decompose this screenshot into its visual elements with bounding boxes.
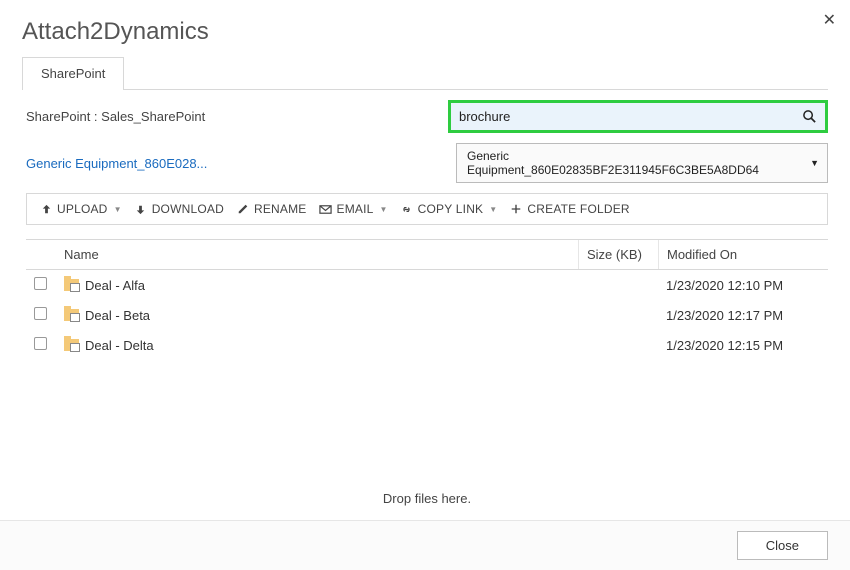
email-button[interactable]: EMAIL ▼ xyxy=(315,200,392,218)
folder-select[interactable]: Generic Equipment_860E02835BF2E311945F6C… xyxy=(456,143,828,183)
breadcrumb[interactable]: Generic Equipment_860E028... xyxy=(26,156,207,171)
tab-sharepoint[interactable]: SharePoint xyxy=(22,57,124,90)
row-name: Deal - Delta xyxy=(85,338,154,353)
createfolder-button[interactable]: CREATE FOLDER xyxy=(505,200,633,218)
pencil-icon xyxy=(236,202,250,216)
col-name-header[interactable]: Name xyxy=(56,240,578,269)
folder-select-value: Generic Equipment_860E02835BF2E311945F6C… xyxy=(467,149,759,177)
table-row[interactable]: Deal - Alfa 1/23/2020 12:10 PM xyxy=(26,270,828,300)
row-modified: 1/23/2020 12:15 PM xyxy=(658,331,828,360)
upload-label: UPLOAD xyxy=(57,202,108,216)
rename-label: RENAME xyxy=(254,202,307,216)
page-title: Attach2Dynamics xyxy=(22,18,828,46)
row-name: Deal - Beta xyxy=(85,308,150,323)
chevron-down-icon: ▼ xyxy=(489,205,497,214)
copylink-label: COPY LINK xyxy=(418,202,484,216)
chevron-down-icon: ▼ xyxy=(114,205,122,214)
col-check xyxy=(26,240,56,269)
toolbar: UPLOAD ▼ DOWNLOAD RENAME EMAIL ▼ COPY LI… xyxy=(26,193,828,225)
dialog: Attach2Dynamics ✕ SharePoint SharePoint … xyxy=(0,0,850,570)
search-icon[interactable] xyxy=(801,109,817,125)
grid-body: Deal - Alfa1/23/2020 12:10 PMDeal - Beta… xyxy=(26,270,828,360)
tab-bar: SharePoint xyxy=(22,56,828,90)
download-button[interactable]: DOWNLOAD xyxy=(130,200,228,218)
drop-hint: Drop files here. xyxy=(26,491,828,506)
row-modified: 1/23/2020 12:10 PM xyxy=(658,271,828,300)
search-box[interactable] xyxy=(448,100,828,133)
row-checkbox[interactable] xyxy=(34,337,47,350)
breadcrumb-row: Generic Equipment_860E028... Generic Equ… xyxy=(26,143,828,183)
row-checkbox[interactable] xyxy=(34,307,47,320)
copylink-button[interactable]: COPY LINK ▼ xyxy=(396,200,502,218)
col-modified-header[interactable]: Modified On xyxy=(658,240,828,269)
plus-icon xyxy=(509,202,523,216)
mail-icon xyxy=(319,202,333,216)
row-name: Deal - Alfa xyxy=(85,278,145,293)
row-checkbox[interactable] xyxy=(34,277,47,290)
download-label: DOWNLOAD xyxy=(152,202,224,216)
link-icon xyxy=(400,202,414,216)
upload-icon xyxy=(39,202,53,216)
row-size xyxy=(578,278,658,292)
download-icon xyxy=(134,202,148,216)
grid-header: Name Size (KB) Modified On xyxy=(26,239,828,270)
file-grid: Name Size (KB) Modified On Deal - Alfa 1/… xyxy=(26,239,828,520)
header: Attach2Dynamics ✕ xyxy=(0,0,850,56)
table-row[interactable]: Deal - Delta 1/23/2020 12:15 PM xyxy=(26,330,828,360)
search-input[interactable] xyxy=(453,105,801,128)
sharepoint-label: SharePoint : Sales_SharePoint xyxy=(26,109,205,124)
folder-icon xyxy=(64,339,79,351)
chevron-down-icon: ▼ xyxy=(380,205,388,214)
folder-icon xyxy=(64,309,79,321)
close-button[interactable]: Close xyxy=(737,531,828,560)
row-modified: 1/23/2020 12:17 PM xyxy=(658,301,828,330)
rename-button[interactable]: RENAME xyxy=(232,200,311,218)
top-bar: SharePoint : Sales_SharePoint xyxy=(26,100,828,133)
email-label: EMAIL xyxy=(337,202,374,216)
createfolder-label: CREATE FOLDER xyxy=(527,202,629,216)
close-icon[interactable]: ✕ xyxy=(823,10,836,30)
folder-icon xyxy=(64,279,79,291)
table-row[interactable]: Deal - Beta 1/23/2020 12:17 PM xyxy=(26,300,828,330)
col-size-header[interactable]: Size (KB) xyxy=(578,240,658,269)
row-size xyxy=(578,338,658,352)
row-size xyxy=(578,308,658,322)
footer: Close xyxy=(0,520,850,570)
upload-button[interactable]: UPLOAD ▼ xyxy=(35,200,126,218)
